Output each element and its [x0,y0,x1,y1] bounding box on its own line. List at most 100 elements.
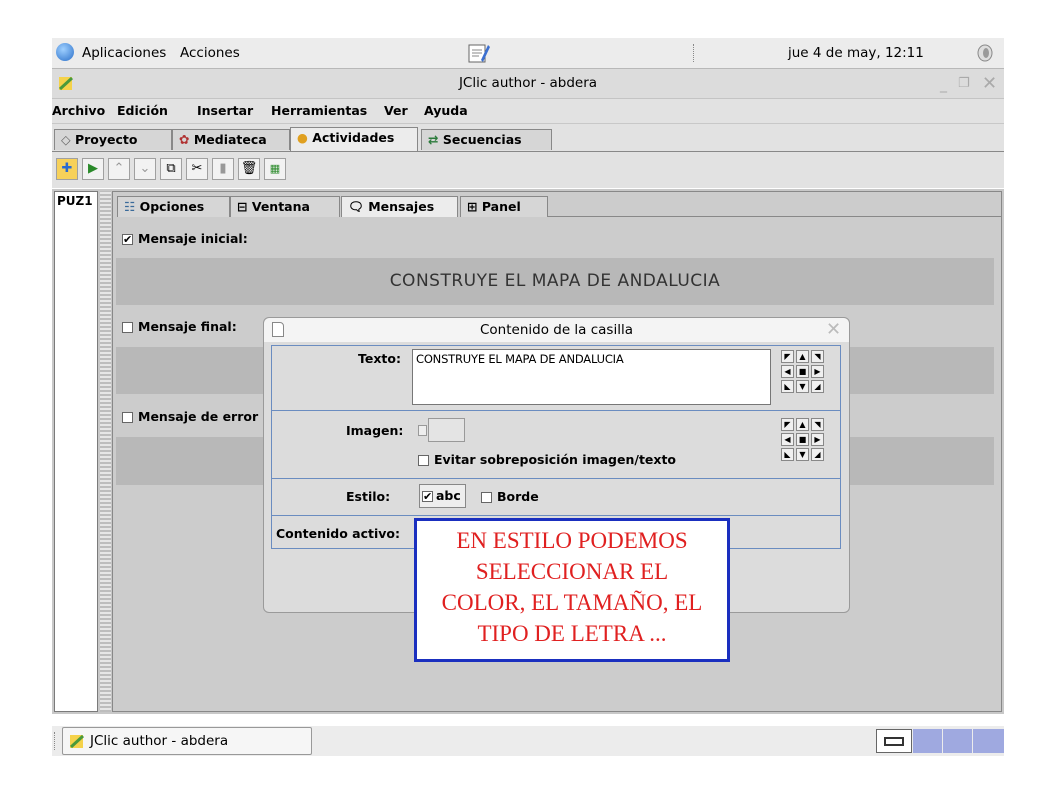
main-tabs: ◇ Proyecto ✿ Mediateca ● Actividades ⇄ S… [52,124,1004,152]
align-top-left-icon[interactable]: ◤ [781,418,794,431]
border-checkbox[interactable] [481,492,492,503]
actions-menu[interactable]: Acciones [180,45,240,61]
align-bottom-left-icon[interactable]: ◣ [781,380,794,393]
panel-handle[interactable] [54,732,58,750]
dialog-right-border [840,346,841,548]
align-center-icon[interactable]: ■ [796,433,809,446]
menu-edicion[interactable]: Edición [117,103,168,118]
workspace-1[interactable] [876,729,912,753]
menu-ayuda[interactable]: Ayuda [424,103,468,118]
align-bottom-left-icon[interactable]: ◣ [781,448,794,461]
tab-actividades-label: Actividades [312,130,395,145]
style-checkbox[interactable]: ✔ [422,491,433,502]
top-panel: Aplicaciones Acciones jue 4 de may, 12:1… [52,38,1004,69]
paste-icon: ▮ [219,161,227,176]
image-label: Imagen: [346,423,404,438]
tab-panel-label: Panel [481,199,521,214]
dialog-separator [271,478,841,479]
tab-proyecto-label: Proyecto [74,132,138,147]
taskbar-button[interactable]: JClic author - abdera [62,727,312,755]
initial-message-checkbox[interactable]: ✔ [122,234,133,245]
panel-separator-handle[interactable] [693,44,697,62]
dialog-separator [271,515,841,516]
copy-button[interactable]: ⧉ [160,158,182,180]
align-left-icon[interactable]: ◀ [781,365,794,378]
align-top-icon[interactable]: ▲ [796,350,809,363]
menu-herramientas[interactable]: Herramientas [271,103,367,118]
image-selector-button[interactable] [418,425,427,436]
new-activity-button[interactable]: ✚ [56,158,78,180]
tab-mensajes[interactable]: 🗨 Mensajes [341,196,458,217]
list-item[interactable]: PUZ1 [55,192,97,208]
menu-archivo[interactable]: Archivo [52,103,105,118]
window-titlebar[interactable]: JClic author - abdera _ ❐ ✕ [52,69,1004,99]
error-message-checkbox[interactable] [122,412,133,423]
text-field[interactable]: CONSTRUYE EL MAPA DE ANDALUCIA [412,349,771,405]
tab-secuencias[interactable]: ⇄ Secuencias [421,129,552,150]
style-button[interactable]: ✔ abc [419,484,466,508]
align-right-icon[interactable]: ▶ [811,433,824,446]
close-icon[interactable]: ✕ [982,73,997,94]
clock[interactable]: jue 4 de may, 12:11 [788,45,924,61]
menu-insertar[interactable]: Insertar [197,103,253,118]
menu-ver[interactable]: Ver [384,103,408,118]
activities-icon: ● [297,130,308,145]
style-button-label: abc [436,488,461,503]
tab-mediateca[interactable]: ✿ Mediateca [172,129,290,150]
align-top-icon[interactable]: ▲ [796,418,809,431]
move-up-button[interactable]: ⌃ [108,158,130,180]
text-editor-launcher-icon[interactable] [466,41,490,65]
volume-icon[interactable] [976,44,994,62]
grid-button[interactable]: ▦ [264,158,286,180]
window-thumbnail-icon [884,737,904,746]
workspace-2[interactable] [913,729,942,753]
error-message-label: Mensaje de error [138,409,259,424]
tab-proyecto[interactable]: ◇ Proyecto [54,129,172,150]
text-label: Texto: [358,351,401,366]
splitter-handle[interactable] [100,191,111,712]
play-icon: ▶ [88,161,98,176]
minimize-icon[interactable]: _ [940,77,947,93]
annotation-line: EN ESTILO PODEMOS [456,528,688,553]
align-bottom-icon[interactable]: ▼ [796,380,809,393]
activity-list[interactable]: PUZ1 [54,191,98,712]
tab-secuencias-label: Secuencias [442,132,522,147]
error-message-row: Mensaje de error [122,409,262,425]
workspace-4[interactable] [973,729,1004,753]
play-button[interactable]: ▶ [82,158,104,180]
tab-panel[interactable]: ⊞ Panel [460,196,548,217]
cut-button[interactable]: ✂ [186,158,208,180]
chevron-up-icon: ⌃ [113,161,125,176]
tab-actividades[interactable]: ● Actividades [290,127,418,151]
dialog-close-icon[interactable]: ✕ [826,319,841,340]
paste-button[interactable]: ▮ [212,158,234,180]
annotation-box: EN ESTILO PODEMOS SELECCIONAR EL COLOR, … [414,518,730,662]
align-bottom-right-icon[interactable]: ◢ [811,380,824,393]
tab-opciones[interactable]: ☷ Opciones [117,196,230,217]
grid-icon: ▦ [269,162,281,175]
align-top-left-icon[interactable]: ◤ [781,350,794,363]
align-top-right-icon[interactable]: ◥ [811,418,824,431]
final-message-checkbox[interactable] [122,322,133,333]
align-bottom-icon[interactable]: ▼ [796,448,809,461]
tab-ventana[interactable]: ⊟ Ventana [230,196,340,217]
workspace-3[interactable] [943,729,972,753]
delete-button[interactable]: 🗑 [238,158,260,180]
avoid-overlap-checkbox[interactable] [418,455,429,466]
gnome-menu-icon[interactable] [56,43,74,61]
align-left-icon[interactable]: ◀ [781,433,794,446]
new-activity-icon: ✚ [61,161,73,176]
align-right-icon[interactable]: ▶ [811,365,824,378]
align-bottom-right-icon[interactable]: ◢ [811,448,824,461]
align-top-right-icon[interactable]: ◥ [811,350,824,363]
text-field-value: CONSTRUYE EL MAPA DE ANDALUCIA [416,352,624,366]
maximize-icon[interactable]: ❐ [958,76,970,91]
image-preview[interactable] [428,418,465,442]
applications-menu[interactable]: Aplicaciones [82,45,166,61]
dialog-titlebar[interactable]: Contenido de la casilla ✕ [264,318,849,342]
avoid-overlap-row: Evitar sobreposición imagen/texto [418,452,676,468]
workspace-switcher[interactable] [876,729,1004,753]
align-center-icon[interactable]: ■ [796,365,809,378]
move-down-button[interactable]: ⌄ [134,158,156,180]
initial-message-preview[interactable]: CONSTRUYE EL MAPA DE ANDALUCIA [116,258,994,305]
